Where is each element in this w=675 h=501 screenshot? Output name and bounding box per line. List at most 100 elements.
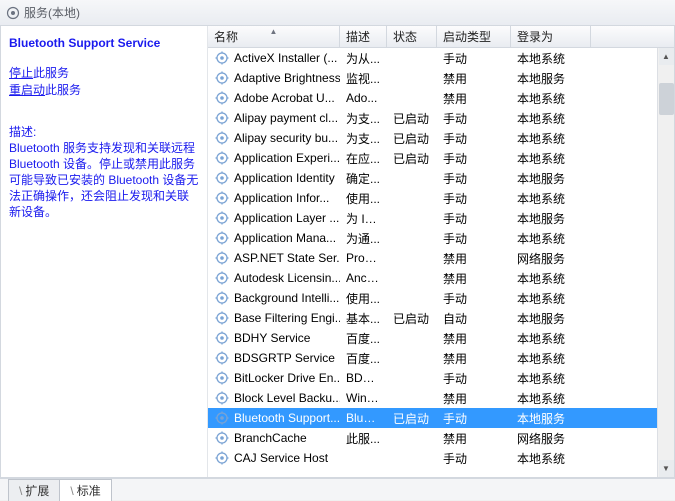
table-row[interactable]: Application Experi...在应...已启动手动本地系统 <box>208 148 674 168</box>
cell-logon: 本地系统 <box>511 130 591 147</box>
service-gear-icon <box>214 310 230 326</box>
cell-desc: 百度... <box>340 350 387 367</box>
service-gear-icon <box>214 150 230 166</box>
cell-desc: 在应... <box>340 150 387 167</box>
table-row[interactable]: Adobe Acrobat U...Ado...禁用本地系统 <box>208 88 674 108</box>
cell-logon: 本地服务 <box>511 170 591 187</box>
table-row[interactable]: BDSGRTP Service百度...禁用本地系统 <box>208 348 674 368</box>
scroll-up-button[interactable]: ▲ <box>659 48 674 65</box>
cell-name: BitLocker Drive En... <box>234 371 340 385</box>
cell-name: Application Layer ... <box>234 211 339 225</box>
table-row[interactable]: Background Intelli...使用...手动本地系统 <box>208 288 674 308</box>
cell-logon: 本地系统 <box>511 290 591 307</box>
cell-desc: 为 In... <box>340 210 387 227</box>
table-row[interactable]: Application Identity确定...手动本地服务 <box>208 168 674 188</box>
panel-header: 服务(本地) <box>0 0 675 26</box>
cell-start: 禁用 <box>437 70 511 87</box>
cell-desc: 使用... <box>340 290 387 307</box>
detail-service-name: Bluetooth Support Service <box>9 36 199 50</box>
restart-link[interactable]: 重启动 <box>9 83 45 97</box>
detail-action-restart[interactable]: 重启动此服务 <box>9 81 199 98</box>
table-row[interactable]: Application Infor...使用...手动本地系统 <box>208 188 674 208</box>
cell-start: 禁用 <box>437 270 511 287</box>
cell-logon: 本地系统 <box>511 330 591 347</box>
cell-desc: Provi... <box>340 251 387 265</box>
service-gear-icon <box>214 290 230 306</box>
column-headers: ▲ 名称 描述 状态 启动类型 登录为 <box>208 26 674 48</box>
cell-start: 自动 <box>437 310 511 327</box>
cell-desc: BDES... <box>340 371 387 385</box>
cell-logon: 网络服务 <box>511 250 591 267</box>
cell-start: 手动 <box>437 410 511 427</box>
cell-name: ActiveX Installer (... <box>234 51 337 65</box>
cell-desc: Anch... <box>340 271 387 285</box>
table-row[interactable]: ASP.NET State Ser...Provi...禁用网络服务 <box>208 248 674 268</box>
cell-name: BranchCache <box>234 431 307 445</box>
table-row[interactable]: Application Layer ...为 In...手动本地服务 <box>208 208 674 228</box>
cell-desc: 确定... <box>340 170 387 187</box>
table-row[interactable]: Block Level Backu...Wind...禁用本地系统 <box>208 388 674 408</box>
scroll-track[interactable] <box>659 65 674 460</box>
table-row[interactable]: BDHY Service百度...禁用本地系统 <box>208 328 674 348</box>
cell-logon: 本地系统 <box>511 190 591 207</box>
cell-logon: 本地系统 <box>511 90 591 107</box>
table-row[interactable]: Base Filtering Engi...基本...已启动自动本地服务 <box>208 308 674 328</box>
cell-logon: 本地系统 <box>511 50 591 67</box>
service-gear-icon <box>214 450 230 466</box>
cell-start: 手动 <box>437 370 511 387</box>
cell-start: 禁用 <box>437 430 511 447</box>
vertical-scrollbar[interactable]: ▲ ▼ <box>657 48 674 477</box>
table-row[interactable]: BitLocker Drive En...BDES...手动本地系统 <box>208 368 674 388</box>
column-logon[interactable]: 登录为 <box>511 26 591 47</box>
service-gear-icon <box>214 210 230 226</box>
cell-desc: 基本... <box>340 310 387 327</box>
table-row[interactable]: BranchCache此服...禁用网络服务 <box>208 428 674 448</box>
tab-extended[interactable]: \扩展 <box>8 479 60 501</box>
table-row[interactable]: ActiveX Installer (...为从...手动本地系统 <box>208 48 674 68</box>
cell-start: 手动 <box>437 450 511 467</box>
column-start[interactable]: 启动类型 <box>437 26 511 47</box>
cell-logon: 本地系统 <box>511 110 591 127</box>
cell-name: Alipay security bu... <box>234 131 338 145</box>
table-row[interactable]: Alipay payment cl...为支...已启动手动本地系统 <box>208 108 674 128</box>
detail-desc-text: Bluetooth 服务支持发现和关联远程 Bluetooth 设备。停止或禁用… <box>9 140 199 220</box>
cell-desc: 监视... <box>340 70 387 87</box>
panel-title: 服务(本地) <box>24 4 80 21</box>
table-row[interactable]: Adaptive Brightness监视... 禁用本地服务 <box>208 68 674 88</box>
view-tabs: \扩展 \标准 <box>0 478 675 500</box>
column-desc[interactable]: 描述 <box>340 26 387 47</box>
cell-logon: 本地服务 <box>511 70 591 87</box>
service-gear-icon <box>214 330 230 346</box>
cell-name: Application Experi... <box>234 151 340 165</box>
table-row[interactable]: Application Mana...为通...手动本地系统 <box>208 228 674 248</box>
scroll-thumb[interactable] <box>659 83 674 115</box>
table-row[interactable]: CAJ Service Host手动本地系统 <box>208 448 674 468</box>
cell-name: Alipay payment cl... <box>234 111 338 125</box>
tab-standard[interactable]: \标准 <box>59 479 111 501</box>
table-row[interactable]: Autodesk Licensin...Anch...禁用本地系统 <box>208 268 674 288</box>
column-name[interactable]: ▲ 名称 <box>208 26 340 47</box>
cell-start: 禁用 <box>437 90 511 107</box>
cell-desc: 百度... <box>340 330 387 347</box>
stop-link[interactable]: 停止 <box>9 66 33 80</box>
gear-icon <box>6 6 20 20</box>
table-row[interactable]: Alipay security bu...为支...已启动手动本地系统 <box>208 128 674 148</box>
table-row[interactable]: Bluetooth Support...Bluet...已启动手动本地服务 <box>208 408 674 428</box>
cell-desc: 为支... <box>340 110 387 127</box>
service-list[interactable]: ActiveX Installer (...为从...手动本地系统Adaptiv… <box>208 48 674 477</box>
cell-name: Adaptive Brightness <box>234 71 340 85</box>
cell-name: ASP.NET State Ser... <box>234 251 340 265</box>
scroll-down-button[interactable]: ▼ <box>659 460 674 477</box>
sort-asc-icon: ▲ <box>270 27 278 36</box>
cell-start: 手动 <box>437 290 511 307</box>
service-gear-icon <box>214 190 230 206</box>
service-gear-icon <box>214 70 230 86</box>
detail-action-stop[interactable]: 停止此服务 <box>9 64 199 81</box>
cell-start: 手动 <box>437 170 511 187</box>
cell-desc: Ado... <box>340 91 387 105</box>
service-gear-icon <box>214 230 230 246</box>
cell-desc: Bluet... <box>340 411 387 425</box>
cell-name: Base Filtering Engi... <box>234 311 340 325</box>
cell-start: 禁用 <box>437 330 511 347</box>
column-status[interactable]: 状态 <box>387 26 437 47</box>
